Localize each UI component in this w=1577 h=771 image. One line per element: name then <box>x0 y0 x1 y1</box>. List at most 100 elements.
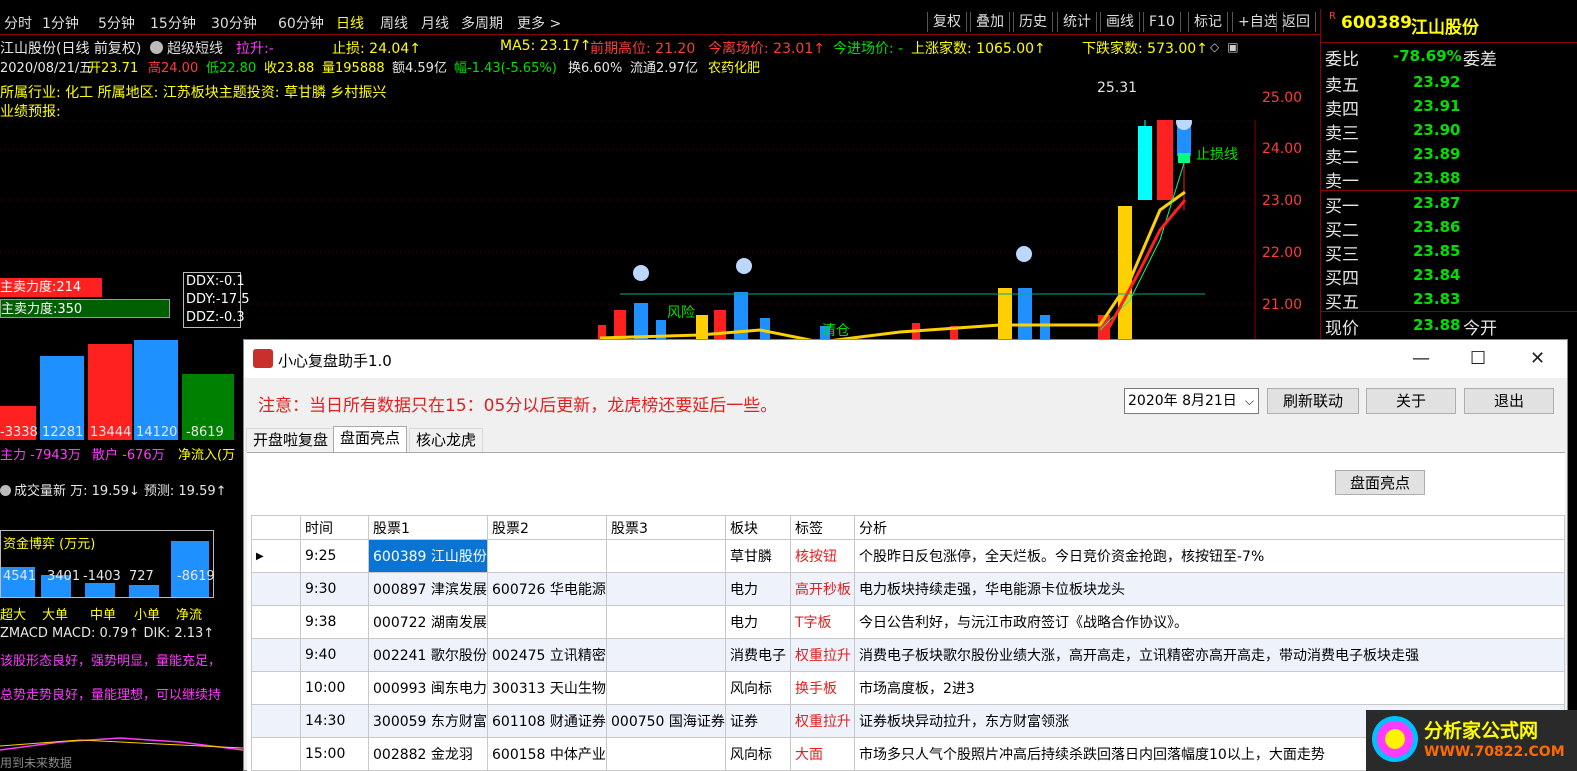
tab-more[interactable]: 更多 > <box>517 13 561 33</box>
table-row[interactable]: 9:30 000897 津滨发展 600726 华电能源 电力 高开秒板 电力板… <box>251 572 1565 606</box>
cell-analysis[interactable]: 市场高度板，2进3 <box>854 671 1565 705</box>
tab-1min[interactable]: 1分钟 <box>42 13 79 33</box>
chart-corner-controls[interactable]: ◇ ▣ <box>1210 40 1250 54</box>
cell-stock1[interactable]: 002882 金龙羽 <box>368 737 488 771</box>
col-stock1[interactable]: 股票1 <box>368 515 488 540</box>
cell-stock2[interactable]: 601108 财通证券 <box>487 704 607 738</box>
table-row[interactable]: ▶ 9:25 600389 江山股份 草甘膦 核按钮 个股昨日反包涨停，全天烂板… <box>251 539 1565 573</box>
cell-stock3[interactable] <box>606 539 726 573</box>
maximize-icon[interactable]: ☐ <box>1470 348 1486 369</box>
about-button[interactable]: 关于 <box>1366 388 1456 414</box>
col-stock2[interactable]: 股票2 <box>487 515 607 540</box>
cell-sector[interactable]: 消费电子 <box>725 638 791 672</box>
cell-time[interactable]: 10:00 <box>300 671 369 705</box>
cell-tag[interactable]: T字板 <box>790 605 855 639</box>
cell-tag[interactable]: 核按钮 <box>790 539 855 573</box>
cell-stock1[interactable]: 600389 江山股份 <box>368 539 488 573</box>
cell-stock3[interactable] <box>606 605 726 639</box>
bid2-price[interactable]: 23.86 <box>1413 218 1460 236</box>
cell-tag[interactable]: 权重拉升 <box>790 638 855 672</box>
cell-sector[interactable]: 证券 <box>725 704 791 738</box>
bid5-price[interactable]: 23.83 <box>1413 290 1460 308</box>
tab-weekly[interactable]: 周线 <box>380 13 408 33</box>
tab-30min[interactable]: 30分钟 <box>211 13 257 33</box>
tab-15min[interactable]: 15分钟 <box>150 13 196 33</box>
tab-60min[interactable]: 60分钟 <box>278 13 324 33</box>
minimize-icon[interactable]: — <box>1412 348 1430 369</box>
ask1-price[interactable]: 23.88 <box>1413 169 1460 187</box>
exit-button[interactable]: 退出 <box>1464 388 1554 414</box>
window-icon[interactable]: ▣ <box>1227 40 1238 54</box>
cell-stock1[interactable]: 000722 湖南发展 <box>368 605 488 639</box>
chevron-down-icon[interactable]: ⌵ <box>1245 389 1254 413</box>
cell-stock1[interactable]: 000993 闽东电力 <box>368 671 488 705</box>
cell-stock3[interactable] <box>606 737 726 771</box>
tab-fenshi[interactable]: 分时 <box>4 13 32 33</box>
cell-stock3[interactable]: 000750 国海证券 <box>606 704 726 738</box>
date-picker[interactable]: 2020年 8月21日 ⌵ <box>1124 388 1259 414</box>
history-button[interactable]: 历史 <box>1013 12 1053 32</box>
close-icon[interactable]: ✕ <box>1530 348 1545 369</box>
cell-tag[interactable]: 大面 <box>790 737 855 771</box>
overlay-button[interactable]: 叠加 <box>970 12 1010 32</box>
draw-button[interactable]: 画线 <box>1100 12 1140 32</box>
ask3-price[interactable]: 23.90 <box>1413 121 1460 139</box>
cell-analysis[interactable]: 个股昨日反包涨停，全天烂板。今日竞价资金抢跑，核按钮至-7% <box>854 539 1565 573</box>
cell-tag[interactable]: 权重拉升 <box>790 704 855 738</box>
cell-stock2[interactable]: 002475 立讯精密 <box>487 638 607 672</box>
diamond-icon[interactable]: ◇ <box>1210 40 1219 54</box>
col-stock3[interactable]: 股票3 <box>606 515 726 540</box>
cell-stock1[interactable]: 300059 东方财富 <box>368 704 488 738</box>
cell-stock2[interactable]: 300313 天山生物 <box>487 671 607 705</box>
cell-tag[interactable]: 高开秒板 <box>790 572 855 606</box>
cell-time[interactable]: 14:30 <box>300 704 369 738</box>
fuquan-button[interactable]: 复权 <box>927 12 967 32</box>
back-button[interactable]: 返回 <box>1276 12 1316 32</box>
f10-button[interactable]: F10 <box>1143 12 1181 32</box>
col-time[interactable]: 时间 <box>300 515 369 540</box>
col-analysis[interactable]: 分析 <box>854 515 1565 540</box>
cell-stock3[interactable] <box>606 572 726 606</box>
bid3-price[interactable]: 23.85 <box>1413 242 1460 260</box>
cell-stock1[interactable]: 002241 歌尔股份 <box>368 638 488 672</box>
cell-stock1[interactable]: 000897 津滨发展 <box>368 572 488 606</box>
cell-stock3[interactable] <box>606 671 726 705</box>
cell-stock2[interactable]: 600726 华电能源 <box>487 572 607 606</box>
cell-stock3[interactable] <box>606 638 726 672</box>
tab-multi-period[interactable]: 多周期 <box>461 13 503 33</box>
mark-button[interactable]: 标记 <box>1188 12 1228 32</box>
table-row[interactable]: 10:00 000993 闽东电力 300313 天山生物 风向标 换手板 市场… <box>251 671 1565 705</box>
cell-sector[interactable]: 风向标 <box>725 671 791 705</box>
ask2-price[interactable]: 23.89 <box>1413 145 1460 163</box>
col-tag[interactable]: 标签 <box>790 515 855 540</box>
cell-stock2[interactable] <box>487 539 607 573</box>
refresh-link-button[interactable]: 刷新联动 <box>1267 388 1359 414</box>
dialog-titlebar[interactable]: 小心复盘助手1.0 — ☐ ✕ <box>244 340 1567 378</box>
cell-time[interactable]: 9:30 <box>300 572 369 606</box>
tab-5min[interactable]: 5分钟 <box>98 13 135 33</box>
cell-tag[interactable]: 换手板 <box>790 671 855 705</box>
ask5-price[interactable]: 23.92 <box>1413 73 1460 91</box>
cell-sector[interactable]: 草甘膦 <box>725 539 791 573</box>
table-row[interactable]: 9:40 002241 歌尔股份 002475 立讯精密 消费电子 权重拉升 消… <box>251 638 1565 672</box>
cell-analysis[interactable]: 电力板块持续走强，华电能源卡位板块龙头 <box>854 572 1565 606</box>
cell-analysis[interactable]: 今日公告利好，与沅江市政府签订《战略合作协议》。 <box>854 605 1565 639</box>
highlights-button[interactable]: 盘面亮点 <box>1335 470 1425 495</box>
ask4-price[interactable]: 23.91 <box>1413 97 1460 115</box>
cell-time[interactable]: 9:25 <box>300 539 369 573</box>
tab-monthly[interactable]: 月线 <box>421 13 449 33</box>
table-row[interactable]: 9:38 000722 湖南发展 电力 T字板 今日公告利好，与沅江市政府签订《… <box>251 605 1565 639</box>
tab-daily[interactable]: 日线 <box>336 13 364 33</box>
cell-analysis[interactable]: 消费电子板块歌尔股份业绩大涨，高开高走，立讯精密亦高开高走，带动消费电子板块走强 <box>854 638 1565 672</box>
cell-time[interactable]: 15:00 <box>300 737 369 771</box>
cell-stock2[interactable] <box>487 605 607 639</box>
cell-time[interactable]: 9:40 <box>300 638 369 672</box>
cell-sector[interactable]: 风向标 <box>725 737 791 771</box>
stats-button[interactable]: 统计 <box>1057 12 1097 32</box>
col-sector[interactable]: 板块 <box>725 515 791 540</box>
tab-core-longhu[interactable]: 核心龙虎 <box>409 428 484 452</box>
cell-sector[interactable]: 电力 <box>725 572 791 606</box>
bid1-price[interactable]: 23.87 <box>1413 194 1460 212</box>
cell-stock2[interactable]: 600158 中体产业 <box>487 737 607 771</box>
cell-time[interactable]: 9:38 <box>300 605 369 639</box>
